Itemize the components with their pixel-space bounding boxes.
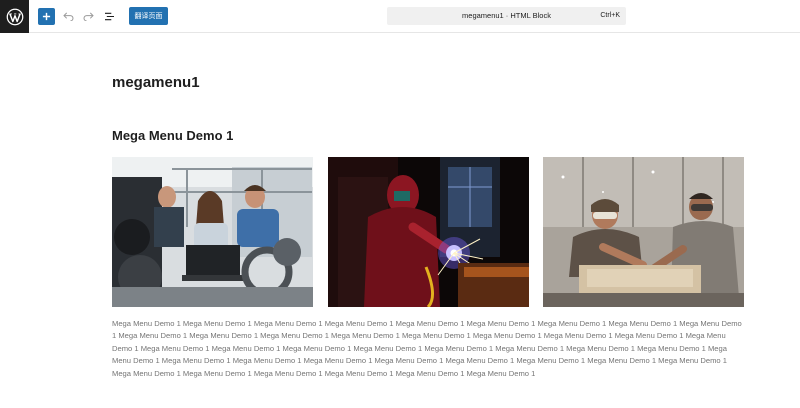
redo-icon [83, 12, 94, 21]
undo-icon [62, 12, 73, 21]
document-bar[interactable]: megamenu1 · HTML Block Ctrl+K [387, 7, 626, 25]
section-heading[interactable]: Mega Menu Demo 1 [112, 128, 233, 143]
page-title[interactable]: megamenu1 [112, 74, 200, 91]
editor-toolbar: 翻译页面 megamenu1 · HTML Block Ctrl+K [0, 0, 800, 33]
add-block-button[interactable] [38, 8, 55, 25]
plus-icon [42, 12, 51, 21]
command-shortcut: Ctrl+K [600, 12, 620, 19]
gallery-image-team[interactable] [112, 157, 313, 307]
list-view-button[interactable] [101, 8, 117, 25]
redo-button[interactable] [80, 8, 96, 25]
gallery-image-welder[interactable] [328, 157, 529, 307]
gallery-image-woodworkers[interactable] [543, 157, 744, 307]
translate-page-button[interactable]: 翻译页面 [129, 7, 168, 25]
document-title: megamenu1 · HTML Block [462, 11, 551, 20]
block-paragraph[interactable]: Mega Menu Demo 1 Mega Menu Demo 1 Mega M… [112, 318, 744, 380]
wordpress-logo-icon[interactable] [0, 0, 29, 33]
list-view-icon [104, 12, 114, 21]
undo-button[interactable] [60, 8, 76, 25]
